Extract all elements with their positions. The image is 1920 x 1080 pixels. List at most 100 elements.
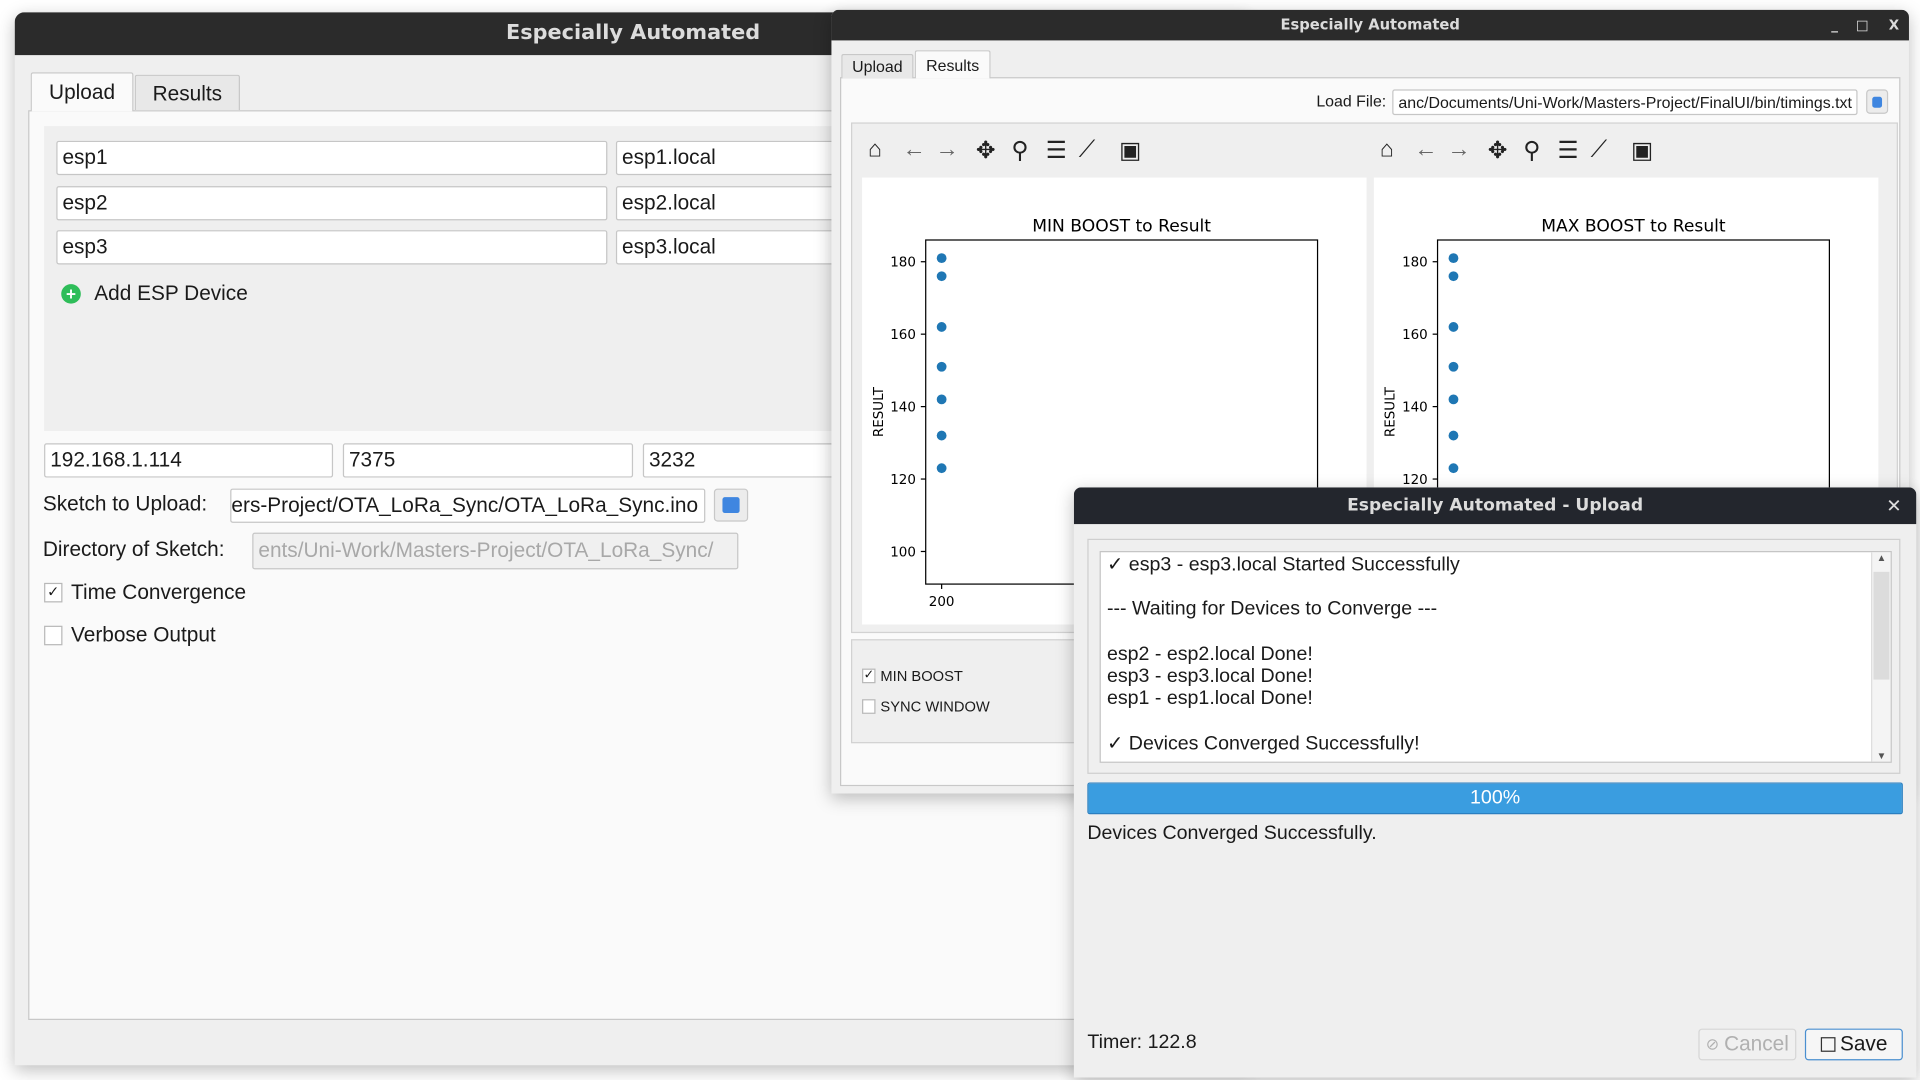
- y-tick-label: 160: [1402, 328, 1428, 343]
- sync-window-label: SYNC WINDOW: [880, 697, 990, 716]
- device-name-input-2[interactable]: esp2: [56, 186, 608, 221]
- minimize-button[interactable]: _: [1831, 10, 1838, 41]
- y-tick-label: 140: [890, 401, 916, 416]
- port-input-1[interactable]: 7375: [342, 443, 634, 478]
- time-convergence-label: Time Convergence: [71, 580, 247, 604]
- data-point: [936, 463, 947, 474]
- tab-results[interactable]: Results: [914, 50, 991, 79]
- data-point: [936, 430, 947, 441]
- y-tick-label: 180: [1402, 256, 1428, 271]
- log-output[interactable]: ✓ esp3 - esp3.local Started Successfully…: [1099, 551, 1892, 763]
- scrollbar-thumb[interactable]: [1873, 571, 1890, 680]
- timer-text: Timer: 122.8: [1087, 1032, 1197, 1054]
- tab-results[interactable]: Results: [134, 74, 241, 111]
- ip-input[interactable]: 192.168.1.114: [44, 443, 334, 478]
- close-icon[interactable]: ✕: [1886, 487, 1901, 524]
- edit-axis-icon[interactable]: ⟋: [1591, 137, 1607, 164]
- upload-dialog-title: Especially Automated - Upload: [1347, 495, 1644, 516]
- chart-title: MIN BOOST to Result: [1032, 216, 1211, 236]
- close-button[interactable]: X: [1889, 10, 1899, 41]
- data-point: [1448, 430, 1459, 441]
- data-point: [936, 253, 947, 264]
- forward-arrow-icon[interactable]: →: [936, 137, 959, 164]
- pan-icon[interactable]: ✥: [1488, 137, 1507, 165]
- add-device-button[interactable]: + Add ESP Device: [61, 280, 248, 307]
- save-icon[interactable]: ▣: [1631, 137, 1653, 165]
- save-icon: [1820, 1037, 1836, 1052]
- forward-arrow-icon[interactable]: →: [1447, 137, 1470, 164]
- log-line: esp2 - esp2.local Done!: [1106, 643, 1313, 665]
- verbose-output-checkbox[interactable]: [44, 625, 63, 646]
- data-point: [1448, 463, 1459, 474]
- home-icon[interactable]: ⌂: [1380, 137, 1394, 164]
- plus-circle-icon: +: [61, 284, 81, 304]
- y-tick-label: 140: [1402, 401, 1428, 416]
- pan-icon[interactable]: ✥: [976, 137, 995, 165]
- load-file-label: Load File:: [1316, 91, 1387, 111]
- data-point: [936, 361, 947, 372]
- sketch-label: Sketch to Upload:: [42, 492, 208, 516]
- scroll-up-arrow-icon[interactable]: ▲: [1872, 552, 1890, 563]
- zoom-icon[interactable]: ⚲: [1523, 137, 1540, 165]
- data-point: [1448, 361, 1459, 372]
- chart-title: MAX BOOST to Result: [1541, 216, 1726, 236]
- results-window-titlebar: Especially Automated _ □ X: [831, 9, 1909, 41]
- progress-label: 100%: [1470, 787, 1521, 809]
- tab-upload[interactable]: Upload: [30, 72, 134, 112]
- back-arrow-icon[interactable]: ←: [1414, 137, 1437, 164]
- data-point: [936, 394, 947, 405]
- log-line: esp1 - esp1.local Done!: [1106, 688, 1313, 710]
- log-scrollbar[interactable]: ▲ ▼: [1871, 552, 1891, 762]
- cancel-button[interactable]: ⊘ Cancel: [1698, 1028, 1797, 1061]
- maximize-button[interactable]: □: [1856, 10, 1869, 41]
- y-tick-label: 160: [890, 328, 916, 343]
- sync-window-checkbox[interactable]: [862, 699, 876, 714]
- configure-subplots-icon[interactable]: ☰: [1558, 137, 1579, 165]
- browse-sketch-button[interactable]: [713, 488, 749, 522]
- directory-label: Directory of Sketch:: [42, 537, 225, 561]
- sketch-input[interactable]: ers-Project/OTA_LoRa_Sync/OTA_LoRa_Sync.…: [230, 488, 706, 523]
- device-name-input-1[interactable]: esp1: [56, 140, 608, 176]
- add-device-label: Add ESP Device: [94, 281, 248, 305]
- device-name-input-3[interactable]: esp3: [56, 230, 608, 265]
- verbose-output-label: Verbose Output: [71, 623, 216, 647]
- save-button[interactable]: Save: [1804, 1028, 1903, 1061]
- y-axis-label: RESULT: [1384, 386, 1399, 437]
- y-tick-label: 100: [890, 545, 916, 560]
- directory-input: ents/Uni-Work/Masters-Project/OTA_LoRa_S…: [252, 532, 739, 570]
- edit-axis-icon[interactable]: ⟋: [1079, 137, 1095, 164]
- data-point: [936, 271, 947, 282]
- min-boost-checkbox[interactable]: ✓: [862, 668, 876, 684]
- y-tick-label: 120: [890, 473, 916, 488]
- data-point: [1448, 394, 1459, 405]
- zoom-icon[interactable]: ⚲: [1011, 137, 1028, 165]
- configure-subplots-icon[interactable]: ☰: [1046, 137, 1067, 165]
- tab-upload[interactable]: Upload: [841, 53, 914, 79]
- y-axis-label: RESULT: [872, 386, 887, 437]
- data-point: [1448, 271, 1459, 282]
- scroll-down-arrow-icon[interactable]: ▼: [1872, 751, 1890, 762]
- save-icon[interactable]: ▣: [1119, 137, 1141, 165]
- data-point: [936, 322, 947, 332]
- home-icon[interactable]: ⌂: [868, 137, 882, 164]
- log-line: --- Waiting for Devices to Converge ---: [1106, 599, 1438, 621]
- upload-dialog-titlebar: Especially Automated - Upload ✕: [1073, 487, 1917, 525]
- cancel-icon: ⊘: [1705, 1034, 1720, 1054]
- load-file-input[interactable]: anc/Documents/Uni-Work/Masters-Project/F…: [1392, 89, 1858, 116]
- y-tick-label: 120: [1402, 473, 1428, 488]
- time-convergence-checkbox[interactable]: ✓: [44, 582, 63, 603]
- log-line: esp3 - esp3.local Done!: [1106, 666, 1313, 687]
- data-point: [1448, 322, 1459, 332]
- results-window-title: Especially Automated: [1280, 15, 1460, 34]
- main-window-title: Especially Automated: [505, 20, 761, 46]
- progress-bar: 100%: [1087, 782, 1903, 815]
- min-boost-label: MIN BOOST: [880, 667, 963, 685]
- plot-toolbar-max: ⌂ ← → ✥ ⚲ ☰ ⟋ ▣: [1380, 137, 1698, 169]
- y-tick-label: 180: [890, 256, 916, 271]
- status-text: Devices Converged Successfully.: [1087, 822, 1377, 844]
- browse-file-button[interactable]: [1866, 89, 1889, 114]
- back-arrow-icon[interactable]: ←: [902, 137, 925, 164]
